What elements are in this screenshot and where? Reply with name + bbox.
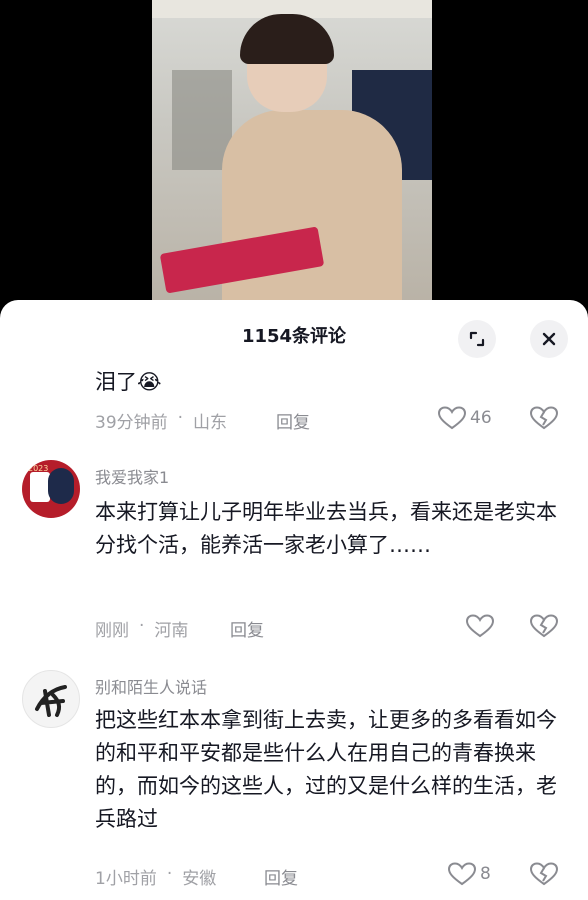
comment-time: 39分钟前 [95, 413, 168, 433]
reply-button[interactable]: 回复 [276, 408, 310, 433]
expand-button[interactable] [458, 320, 496, 358]
comment-username[interactable]: 别和陌生人说话 [95, 674, 207, 698]
avatar[interactable]: 2023 [22, 460, 80, 518]
meta-separator: · [139, 616, 145, 636]
comment-item: 2023 我爱我家1 本来打算让儿子明年毕业去当兵，看来还是老实本分找个活，能养… [0, 458, 588, 658]
dislike-button[interactable] [529, 614, 559, 642]
meta-separator: · [166, 864, 173, 884]
comment-meta: 刚刚 · 河南 [95, 616, 188, 641]
avatar[interactable] [22, 670, 80, 728]
like-count: 46 [470, 408, 492, 428]
dislike-button[interactable] [529, 862, 559, 890]
video-scene-person-hair [240, 14, 334, 64]
comment-text: 把这些红本本拿到街上去卖，让更多的多看看如今的和平和平安都是些什么人在用自己的青… [95, 708, 557, 831]
comments-header: 1154条评论 [0, 300, 588, 366]
comments-sheet: 1154条评论 泪了😭 39分钟前 · 山东 回复 46 2023 我爱我家1 … [0, 300, 588, 900]
video-player[interactable] [0, 0, 588, 305]
close-button[interactable] [530, 320, 568, 358]
like-count: 8 [480, 864, 491, 884]
broken-heart-icon [529, 862, 559, 886]
comment-location: 山东 [193, 413, 228, 433]
like-button[interactable]: 8 [448, 862, 491, 886]
comment-time: 刚刚 [95, 621, 129, 641]
broken-heart-icon [529, 406, 559, 430]
dislike-button[interactable] [529, 406, 559, 434]
like-button[interactable] [466, 614, 494, 638]
comment-location: 安徽 [182, 869, 217, 889]
reply-button[interactable]: 回复 [230, 616, 264, 641]
comments-count-title: 1154条评论 [241, 326, 347, 347]
like-button[interactable]: 46 [438, 406, 492, 430]
comment-username[interactable]: 我爱我家1 [95, 464, 169, 488]
broken-heart-icon [529, 614, 559, 638]
comment-meta: 39分钟前 · 山东 [95, 408, 227, 433]
calligraphy-avatar-icon [35, 685, 67, 717]
comment-item: 别和陌生人说话 把这些红本本拿到街上去卖，让更多的多看看如今的和平和平安都是些什… [0, 668, 588, 900]
close-icon [542, 332, 556, 346]
comment-item: 泪了😭 39分钟前 · 山东 回复 46 [0, 366, 588, 456]
heart-icon [448, 862, 476, 886]
comment-location: 河南 [154, 621, 189, 641]
crying-emoji-icon: 😭 [137, 370, 162, 394]
comment-text: 泪了😭 [95, 370, 162, 394]
reply-button[interactable]: 回复 [264, 864, 298, 889]
avatar-caption: 2023 [28, 464, 49, 473]
comment-meta: 1小时前 · 安徽 [95, 864, 216, 889]
expand-icon [469, 331, 485, 347]
video-frame [152, 0, 432, 305]
comment-time: 1小时前 [95, 869, 157, 889]
comment-text: 本来打算让儿子明年毕业去当兵，看来还是老实本分找个活，能养活一家老小算了…… [95, 500, 557, 557]
meta-separator: · [177, 408, 184, 428]
heart-icon [438, 406, 466, 430]
heart-icon [466, 614, 494, 638]
